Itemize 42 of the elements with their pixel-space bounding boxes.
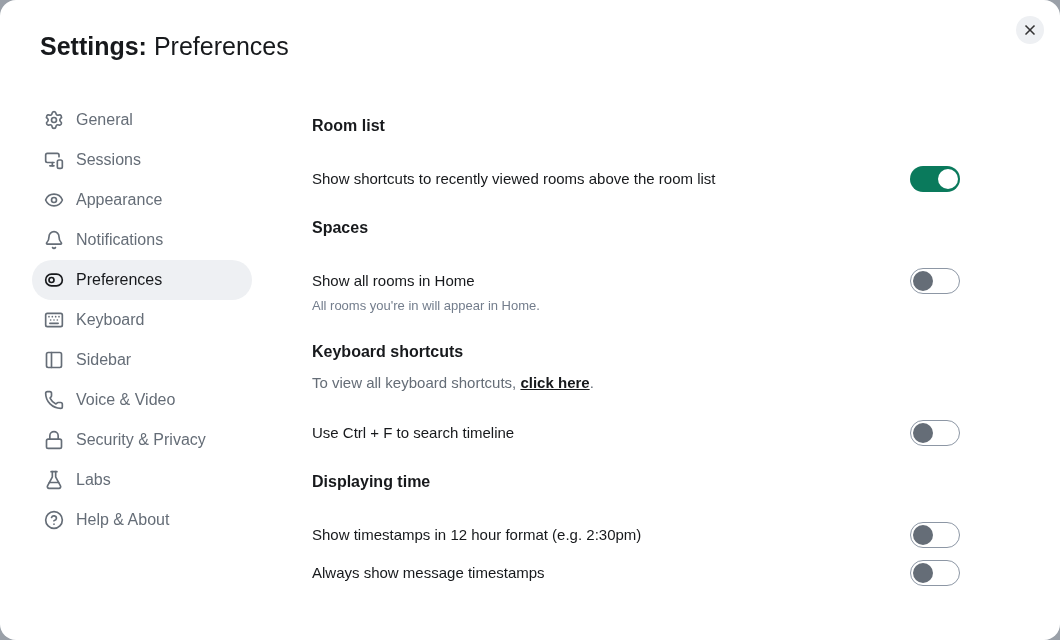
close-icon [1022, 22, 1038, 38]
sidebar-item[interactable]: Notifications [32, 220, 252, 260]
sidebar-item[interactable]: General [32, 100, 252, 140]
lock-icon [44, 430, 64, 450]
sidebar-item[interactable]: Sessions [32, 140, 252, 180]
toggle-switch[interactable] [910, 522, 960, 548]
toggle-switch[interactable] [910, 268, 960, 294]
bell-icon [44, 230, 64, 250]
gear-icon [44, 110, 64, 130]
toggle-switch[interactable] [910, 560, 960, 586]
setting-label: Always show message timestamps [312, 563, 545, 583]
section-heading: Spaces [312, 218, 370, 238]
sidebar-item[interactable]: Keyboard [32, 300, 252, 340]
setting-label: Show timestamps in 12 hour format (e.g. 2:30pm) [312, 525, 642, 545]
keyboard-icon [44, 310, 64, 330]
setting-label: Use Ctrl + F to search timeline [312, 423, 515, 443]
toggle-switch[interactable] [910, 420, 960, 446]
close-button[interactable] [1016, 16, 1044, 44]
sidebar-item[interactable]: Security & Privacy [32, 420, 252, 460]
sidebar-item[interactable]: Preferences [32, 260, 252, 300]
eye-icon [44, 190, 64, 210]
sidebar-item[interactable]: Help & About [32, 500, 252, 540]
flask-icon [44, 470, 64, 490]
dialog-title: Settings: Preferences [40, 31, 289, 62]
setting-description: All rooms you're in will appear in Home. [312, 297, 540, 315]
phone-icon [44, 390, 64, 410]
sidebar-item[interactable]: Voice & Video [32, 380, 252, 420]
toggle-icon [44, 270, 64, 290]
section-note: To view all keyboard shortcuts, click here. [312, 372, 595, 393]
section-heading: Displaying time [312, 472, 432, 492]
devices-icon [44, 150, 64, 170]
section-heading: Keyboard shortcuts [312, 341, 465, 362]
help-icon [44, 510, 64, 530]
sidebar-item[interactable]: Appearance [32, 180, 252, 220]
panel-icon [44, 350, 64, 370]
shortcuts-link[interactable]: click here [520, 373, 590, 391]
sidebar-item[interactable]: Sidebar [32, 340, 252, 380]
setting-label: Show shortcuts to recently viewed rooms above the room list [312, 169, 716, 189]
section-heading: Room list [312, 116, 386, 136]
sidebar-item[interactable]: Labs [32, 460, 252, 500]
setting-label: Show all rooms in Home [312, 271, 476, 291]
toggle-switch[interactable] [910, 166, 960, 192]
